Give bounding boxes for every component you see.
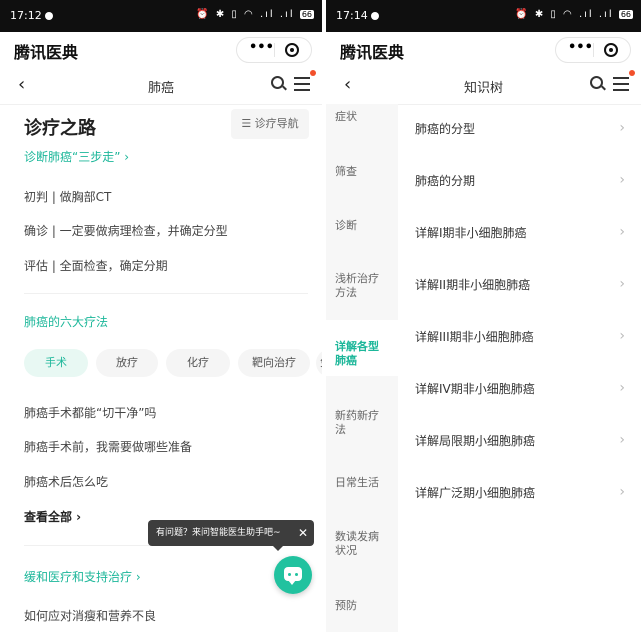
palliative-item[interactable]: 如何应对消瘦和营养不良 xyxy=(24,607,156,624)
menu-icon[interactable] xyxy=(294,77,310,95)
tooltip-text: 有问题？来问智能医生助手吧~ xyxy=(156,528,281,538)
tree-item[interactable]: 详解II期非小细胞肺癌 › xyxy=(415,276,641,293)
search-icon[interactable] xyxy=(271,76,284,89)
question-item[interactable]: 肺癌术后怎么吃 xyxy=(24,473,108,490)
tree-item[interactable]: 详解IV期非小细胞肺癌 › xyxy=(415,380,641,397)
chevron-right-icon: › xyxy=(619,328,625,344)
chip-surgery[interactable]: 手术 xyxy=(24,349,88,377)
tree-item-label: 详解局限期小细胞肺癌 xyxy=(415,434,536,448)
diagnosis-step[interactable]: 初判 | 做胸部CT xyxy=(24,188,111,205)
tree-item-label: 详解II期非小细胞肺癌 xyxy=(415,278,531,292)
status-time-text: 17:14 xyxy=(336,9,368,22)
tree-item-label: 详解广泛期小细胞肺癌 xyxy=(415,486,536,500)
diagnosis-step[interactable]: 确诊 | 一定要做病理检查，并确定分型 xyxy=(24,222,228,239)
chevron-right-icon: › xyxy=(619,172,625,188)
chevron-right-icon: › xyxy=(619,276,625,292)
sidebar-item-statistics[interactable]: 数读发病状况 xyxy=(326,530,398,558)
menu-icon[interactable] xyxy=(613,77,629,95)
chevron-right-icon: › xyxy=(619,120,625,136)
sidebar-item-symptoms[interactable]: 症状 xyxy=(326,110,398,124)
sidebar-item-lung-cancer-types[interactable]: 详解各型肺癌 xyxy=(326,320,398,376)
see-all-link[interactable]: 查看全部 › xyxy=(24,508,81,525)
signal-icons: ⏰ ✱ ▯ ◠ .ıl .ıl xyxy=(515,9,614,20)
palliative-care-link[interactable]: 缓和医疗和支持治疗 › xyxy=(24,568,141,585)
sidebar-item-screening[interactable]: 筛查 xyxy=(326,165,398,179)
app-title: 腾讯医典 xyxy=(14,43,79,62)
diagnosis-step[interactable]: 评估 | 全面检查，确定分期 xyxy=(24,257,168,274)
signal-icons: ⏰ ✱ ▯ ◠ .ıl .ıl xyxy=(196,9,295,20)
capsule-divider xyxy=(593,43,594,57)
status-bar: 17:14 ⏰ ✱ ▯ ◠ .ıl .ıl 66 xyxy=(326,0,641,32)
status-time: 17:14 xyxy=(336,9,379,22)
tree-item-label: 肺癌的分型 xyxy=(415,122,476,136)
search-icon[interactable] xyxy=(590,76,603,89)
chevron-right-icon: › xyxy=(619,432,625,448)
right-screen: 17:14 ⏰ ✱ ▯ ◠ .ıl .ıl 66 腾讯医典 ••• ‹ 知识树 … xyxy=(326,0,641,632)
battery-icon: 66 xyxy=(618,10,633,19)
tree-item[interactable]: 肺癌的分型 › xyxy=(415,120,641,137)
close-icon[interactable]: ✕ xyxy=(298,520,308,546)
tree-item-label: 详解I期非小细胞肺癌 xyxy=(415,226,527,240)
app-bar: 腾讯医典 ••• xyxy=(0,32,322,66)
chevron-right-icon: › xyxy=(619,224,625,240)
close-miniprogram-icon[interactable] xyxy=(604,43,618,57)
close-miniprogram-icon[interactable] xyxy=(285,43,299,57)
chat-assistant-button[interactable] xyxy=(274,556,312,594)
status-icons: ⏰ ✱ ▯ ◠ .ıl .ıl 66 xyxy=(196,9,314,20)
treatments-title: 肺癌的六大疗法 xyxy=(24,315,109,329)
tree-item[interactable]: 详解I期非小细胞肺癌 › xyxy=(415,224,641,241)
tree-item[interactable]: 详解III期非小细胞肺癌 › xyxy=(415,328,641,345)
tree-item[interactable]: 肺癌的分期 › xyxy=(415,172,641,189)
tree-item-label: 肺癌的分期 xyxy=(415,174,476,188)
nav-bar: ‹ 肺癌 xyxy=(0,66,322,105)
sidebar-item-new-drugs[interactable]: 新药新疗法 xyxy=(326,409,398,437)
miniprogram-capsule: ••• xyxy=(555,37,631,63)
status-icons: ⏰ ✱ ▯ ◠ .ıl .ıl 66 xyxy=(515,9,633,20)
chevron-right-icon: › xyxy=(619,380,625,396)
divider xyxy=(24,293,308,294)
nav-bar: ‹ 知识树 xyxy=(326,66,641,105)
miniprogram-capsule: ••• xyxy=(236,37,312,63)
sidebar-item-daily-life[interactable]: 日常生活 xyxy=(326,476,398,490)
status-time: 17:12 xyxy=(10,9,53,22)
question-item[interactable]: 肺癌手术前，我需要做哪些准备 xyxy=(24,438,192,455)
diagnosis-steps-link[interactable]: 诊断肺癌“三步走” › xyxy=(24,148,129,165)
chat-bubble-icon xyxy=(284,567,302,585)
tree-item[interactable]: 详解广泛期小细胞肺癌 › xyxy=(415,484,641,501)
chip-radiotherapy[interactable]: 放疗 xyxy=(96,349,158,377)
assistant-tooltip[interactable]: 有问题？来问智能医生助手吧~ ✕ xyxy=(148,520,314,551)
chip-chemotherapy[interactable]: 化疗 xyxy=(166,349,230,377)
capsule-divider xyxy=(274,43,275,57)
chat-dot xyxy=(295,573,298,576)
chip-targeted-therapy[interactable]: 靶向治疗 xyxy=(238,349,310,377)
tree-item[interactable]: 详解局限期小细胞肺癌 › xyxy=(415,432,641,449)
section-title: 诊疗之路 xyxy=(24,118,96,139)
status-time-text: 17:12 xyxy=(10,9,42,22)
more-icon[interactable]: ••• xyxy=(249,40,274,55)
category-sidebar: 症状 筛查 诊断 浅析治疗方法 详解各型肺癌 新药新疗法 日常生活 数读发病状况… xyxy=(326,104,398,632)
status-bar: 17:12 ⏰ ✱ ▯ ◠ .ıl .ıl 66 xyxy=(0,0,322,32)
chevron-right-icon: › xyxy=(619,484,625,500)
chat-dot xyxy=(288,573,291,576)
sidebar-item-prevention[interactable]: 预防 xyxy=(326,599,398,613)
sidebar-item-diagnosis[interactable]: 诊断 xyxy=(326,219,398,233)
notification-dot-icon xyxy=(370,12,379,20)
app-title: 腾讯医典 xyxy=(340,43,405,62)
sidebar-item-treatment-methods[interactable]: 浅析治疗方法 xyxy=(326,272,398,300)
notification-badge xyxy=(629,70,635,76)
tree-item-label: 详解IV期非小细胞肺癌 xyxy=(415,382,535,396)
question-item[interactable]: 肺癌手术都能“切干净”吗 xyxy=(24,404,156,421)
battery-icon: 66 xyxy=(299,10,314,19)
notification-dot-icon xyxy=(44,12,53,20)
notification-badge xyxy=(310,70,316,76)
app-bar: 腾讯医典 ••• xyxy=(326,32,641,66)
tree-item-label: 详解III期非小细胞肺癌 xyxy=(415,330,534,344)
left-screen: 17:12 ⏰ ✱ ▯ ◠ .ıl .ıl 66 腾讯医典 ••• ‹ 肺癌 诊… xyxy=(0,0,322,632)
more-icon[interactable]: ••• xyxy=(568,40,593,55)
treatment-nav-button[interactable]: ☰ 诊疗导航 xyxy=(231,109,309,139)
